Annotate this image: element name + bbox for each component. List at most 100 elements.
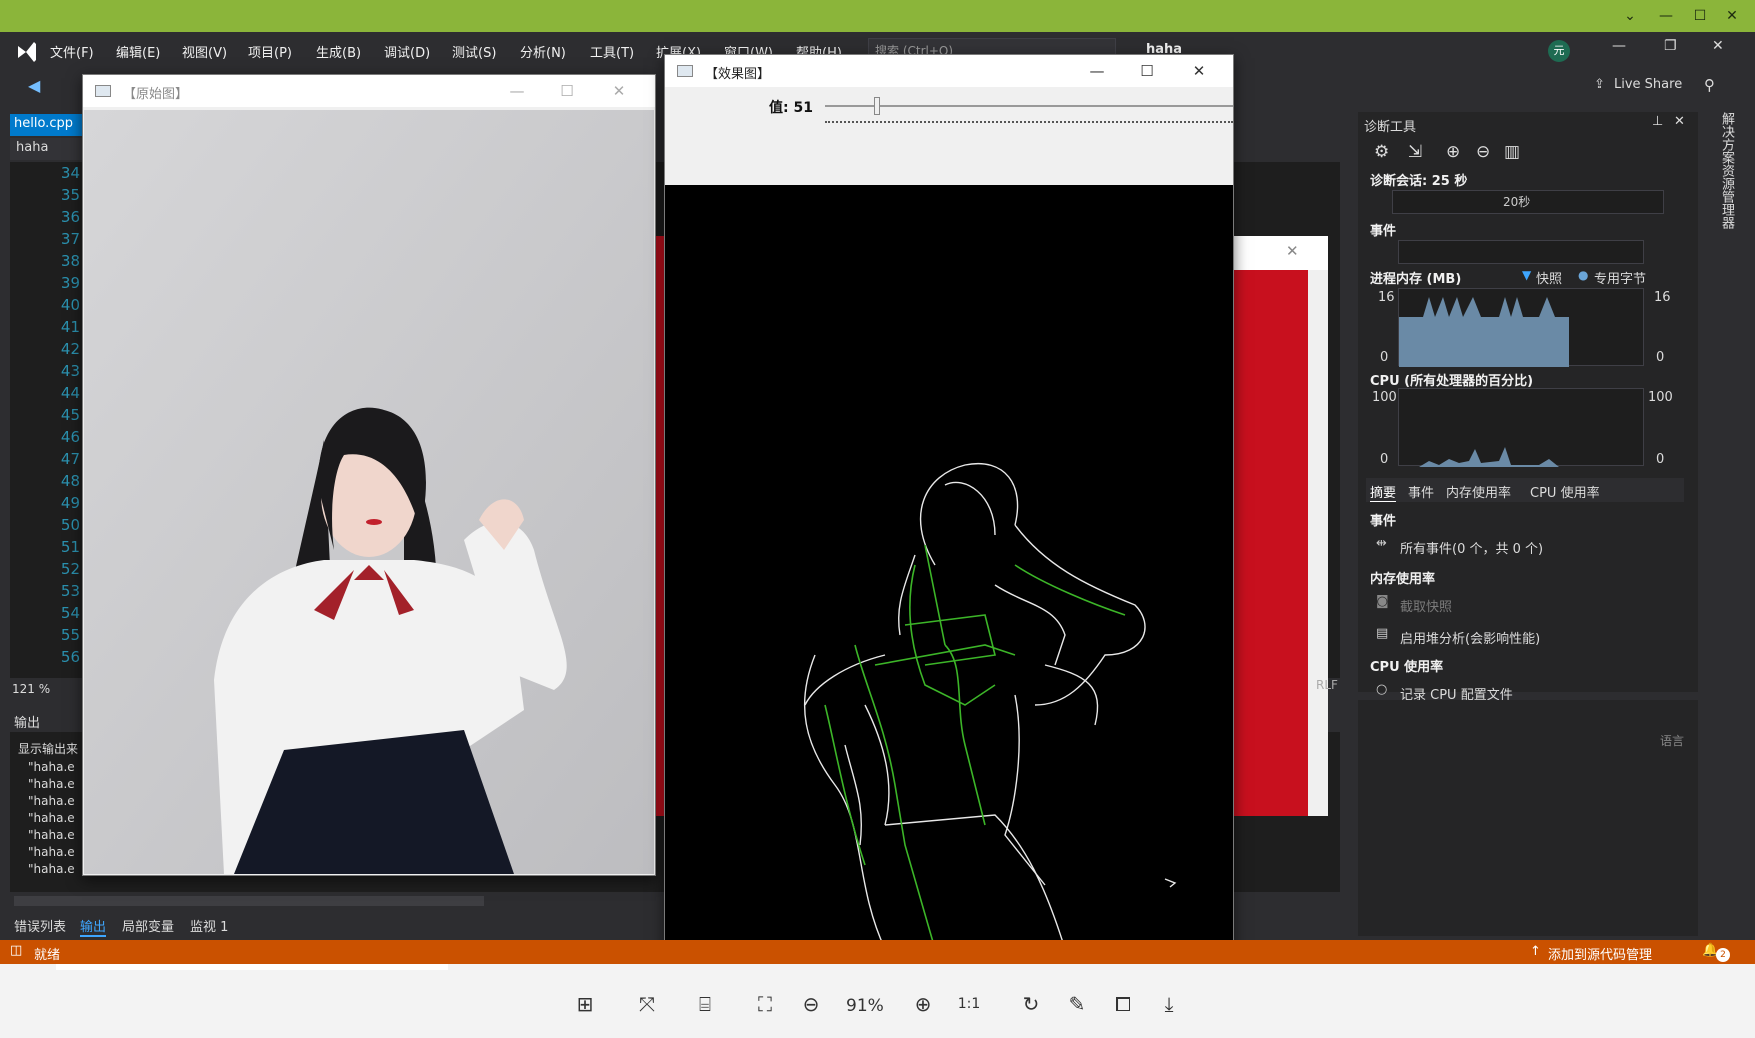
menu-edit[interactable]: 编辑(E) (116, 42, 160, 61)
edit-icon[interactable]: ✎ (1062, 992, 1092, 1016)
heap-analysis-button[interactable]: 启用堆分析(会影响性能) (1400, 628, 1540, 647)
solution-explorer-tab[interactable]: 解决方案资源管理器 (1712, 112, 1736, 242)
rotate-icon[interactable]: ↻ (1016, 992, 1046, 1016)
output-line: "haha.e (28, 777, 75, 791)
all-events-link[interactable]: 所有事件(0 个，共 0 个) (1400, 538, 1543, 557)
live-share-button[interactable]: Live Share (1614, 77, 1682, 92)
menu-view[interactable]: 视图(V) (182, 42, 227, 61)
line-number: 54 (60, 604, 80, 622)
tab-locals[interactable]: 局部变量 (122, 916, 174, 935)
close-icon[interactable]: ✕ (1185, 60, 1213, 82)
diagnostics-toolbar: ⚙ ⇲ ⊕ ⊖ ▥ (1364, 140, 1654, 166)
memory-min-left: 0 (1380, 350, 1389, 365)
line-number: 41 (60, 318, 80, 336)
minimize-icon[interactable]: — (1083, 60, 1111, 82)
memory-max-left: 16 (1378, 290, 1395, 305)
line-number: 39 (60, 274, 80, 292)
restore-icon[interactable]: ❐ (1664, 38, 1677, 54)
chart-icon[interactable]: ▥ (1504, 142, 1520, 162)
line-number: 43 (60, 362, 80, 380)
timeline-ruler[interactable]: 20秒 (1392, 190, 1664, 214)
summary-events-header: 事件 (1370, 514, 1397, 529)
tab-events[interactable]: 事件 (1408, 482, 1434, 501)
events-icon: ⇹ (1376, 536, 1387, 551)
avatar[interactable]: 元 (1548, 40, 1570, 62)
line-number: 35 (60, 186, 80, 204)
camera-icon: ◙ (1376, 594, 1389, 609)
original-photo (84, 110, 654, 874)
maximize-icon[interactable]: ☐ (553, 80, 581, 102)
output-line: "haha.e (28, 845, 75, 859)
menu-analyze[interactable]: 分析(N) (520, 42, 566, 61)
background-app-titlebar (1232, 236, 1328, 270)
menu-file[interactable]: 文件(F) (50, 42, 94, 61)
menu-tools[interactable]: 工具(T) (590, 42, 634, 61)
menu-build[interactable]: 生成(B) (316, 42, 361, 61)
tab-watch[interactable]: 监视 1 (190, 916, 228, 935)
maximize-icon[interactable]: ☐ (1690, 6, 1710, 26)
status-text: 就绪 (34, 948, 61, 963)
download-icon[interactable]: ⤓ (1154, 992, 1184, 1016)
tab-cpu-usage[interactable]: CPU 使用率 (1530, 482, 1600, 501)
zoom-out-icon[interactable]: ⊖ (796, 992, 826, 1016)
text-recognition-icon[interactable]: ⌸ (690, 992, 720, 1016)
close-icon[interactable]: ✕ (605, 80, 633, 102)
source-control-button[interactable]: 添加到源代码管理 (1548, 944, 1652, 963)
output-scrollbar[interactable] (14, 896, 484, 906)
editor-tab-hello-cpp[interactable]: hello.cpp (10, 114, 82, 136)
close-icon[interactable]: ✕ (1286, 242, 1299, 260)
take-snapshot-button[interactable]: 截取快照 (1400, 596, 1452, 615)
menu-test[interactable]: 测试(S) (452, 42, 496, 61)
slider-thumb[interactable] (873, 97, 880, 115)
maximize-icon[interactable]: ☐ (1133, 60, 1161, 82)
window-titlebar: 【原始图】 — ☐ ✕ (83, 75, 655, 107)
memory-max-right: 16 (1654, 290, 1671, 305)
crop-icon[interactable]: ⧠ (1108, 992, 1138, 1016)
summary-cpu-header: CPU 使用率 (1370, 660, 1444, 675)
minimize-icon[interactable]: — (1612, 38, 1626, 54)
close-icon[interactable]: ✕ (1712, 38, 1724, 54)
cpu-chart (1398, 388, 1644, 467)
fit-icon[interactable]: ⤧ (632, 992, 662, 1016)
lower-tool-panel: 语言 (1358, 700, 1698, 936)
background-app-scrollbar[interactable] (1308, 270, 1328, 816)
layout-icon[interactable]: ⊞ (570, 992, 600, 1016)
tab-output[interactable]: 输出 (80, 916, 107, 937)
session-duration: 诊断会话: 25 秒 (1370, 174, 1468, 189)
zoom-in-icon[interactable]: ⊕ (1446, 142, 1460, 162)
close-icon[interactable]: ✕ (1722, 6, 1742, 26)
memory-chart (1398, 288, 1644, 367)
pin-icon[interactable]: ⊥ (1652, 114, 1663, 129)
slider-label: 值: 51 (769, 100, 813, 116)
tab-memory-usage[interactable]: 内存使用率 (1446, 482, 1511, 501)
minimize-icon[interactable]: — (1656, 6, 1676, 26)
chevron-down-icon[interactable]: ⌄ (1620, 6, 1640, 26)
window-title: 【原始图】 (123, 87, 189, 102)
menu-project[interactable]: 项目(P) (248, 42, 292, 61)
feedback-icon[interactable]: ⚲ (1704, 76, 1715, 94)
close-icon[interactable]: ✕ (1674, 114, 1685, 129)
back-icon[interactable]: ◀ (28, 76, 40, 95)
output-line: "haha.e (28, 828, 75, 842)
output-line: "haha.e (28, 794, 75, 808)
gear-icon[interactable]: ⚙ (1374, 142, 1389, 162)
snapshot-legend-icon: ▼ (1522, 268, 1532, 282)
zoom-out-icon[interactable]: ⊖ (1476, 142, 1490, 162)
diagnostics-title: 诊断工具 (1364, 120, 1417, 135)
minimize-icon[interactable]: — (503, 80, 531, 102)
zoom-in-icon[interactable]: ⊕ (908, 992, 938, 1016)
window-title: 【效果图】 (705, 67, 771, 82)
tab-summary[interactable]: 摘要 (1370, 482, 1397, 502)
actual-size-icon[interactable]: 1:1 (954, 996, 984, 1012)
summary-memory-header: 内存使用率 (1370, 572, 1436, 587)
image-viewer-toolbar: ⊞ ⤧ ⌸ ⛶ ⊖ 91% ⊕ 1:1 ↻ ✎ ⧠ ⤓ (0, 964, 1755, 1038)
window-titlebar: 【效果图】 — ☐ ✕ (665, 55, 1233, 87)
export-icon[interactable]: ⇲ (1408, 142, 1422, 162)
editor-zoom[interactable]: 121 % (10, 680, 80, 700)
tab-error-list[interactable]: 错误列表 (14, 916, 66, 935)
fullscreen-icon[interactable]: ⛶ (750, 992, 780, 1016)
output-source-label: 显示输出来 (18, 742, 79, 756)
slider-track[interactable] (825, 105, 1233, 107)
menu-debug[interactable]: 调试(D) (384, 42, 430, 61)
line-number: 48 (60, 472, 80, 490)
